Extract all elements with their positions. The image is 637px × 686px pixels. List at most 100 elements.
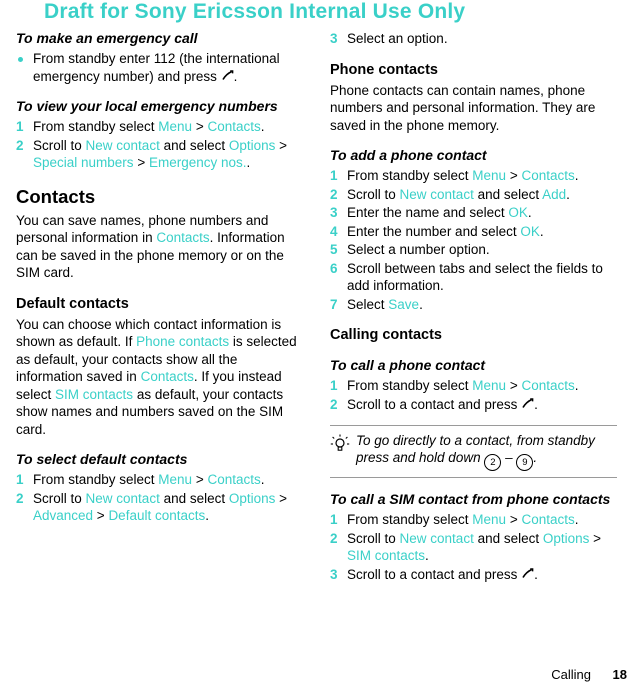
step-sep: > — [192, 472, 208, 487]
save-link[interactable]: Save — [388, 297, 419, 312]
footer-page-number: 18 — [612, 667, 627, 682]
step-number: 1 — [330, 168, 338, 183]
step-add-contact-7: 7 Select Save. — [330, 296, 617, 314]
step-sep: and select — [473, 530, 543, 546]
contacts-link[interactable]: Contacts — [207, 472, 260, 487]
step-text: From standby select — [347, 168, 473, 183]
menu-link[interactable]: Menu — [158, 472, 192, 487]
step-text: Scroll to a contact and press — [347, 566, 522, 582]
step-tail: . — [566, 186, 570, 202]
contacts-link[interactable]: Contacts — [521, 512, 574, 527]
step-tail: . — [534, 566, 538, 582]
contacts-link[interactable]: Contacts — [521, 378, 574, 393]
para-default-contacts: You can choose which contact information… — [16, 316, 303, 439]
call-icon — [521, 567, 534, 581]
step-text: Scroll to a contact and press — [347, 396, 522, 412]
contacts-link[interactable]: Contacts — [207, 119, 260, 134]
step-text: Select — [347, 296, 389, 312]
heading-make-emergency-call: To make an emergency call — [16, 30, 198, 46]
heading-view-local-emergency: To view your local emergency numbers — [16, 98, 278, 114]
step-text: Select an option. — [347, 31, 448, 46]
step-sep: and select — [159, 137, 229, 153]
step-view-local-2: 2 Scroll to New contact and select Option… — [16, 137, 303, 172]
new-contact-link[interactable]: New contact — [400, 531, 474, 546]
menu-link[interactable]: Menu — [472, 512, 506, 527]
menu-link[interactable]: Menu — [472, 378, 506, 393]
step-add-contact-5: 5 Select a number option. — [330, 241, 617, 259]
options-link[interactable]: Options — [543, 531, 590, 546]
step-call-phone-2: 2 Scroll to a contact and press . — [330, 396, 617, 414]
step-sep: > — [275, 490, 288, 506]
add-link[interactable]: Add — [542, 187, 566, 202]
default-contacts-link[interactable]: Default contacts — [108, 508, 205, 523]
step-call-phone-1: 1 From standby select Menu > Contacts. — [330, 377, 617, 395]
tip-dash: – — [501, 450, 517, 465]
draft-watermark: Draft for Sony Ericsson Internal Use Onl… — [44, 0, 466, 23]
step-sep: > — [506, 378, 522, 393]
step-tail: . — [419, 296, 423, 312]
step-number: 5 — [330, 242, 338, 257]
advanced-link[interactable]: Advanced — [33, 508, 93, 523]
options-link[interactable]: Options — [229, 491, 276, 506]
contacts-link[interactable]: Contacts — [141, 369, 194, 384]
ok-link[interactable]: OK — [520, 224, 540, 239]
menu-link[interactable]: Menu — [472, 168, 506, 183]
new-contact-link[interactable]: New contact — [400, 187, 474, 202]
sim-contacts-link[interactable]: SIM contacts — [55, 387, 133, 402]
key-2: 2 — [484, 454, 502, 471]
step-sep: and select — [159, 490, 229, 506]
step-sep: > — [275, 137, 288, 153]
step-add-contact-6: 6 Scroll between tabs and select the fiel… — [330, 260, 617, 295]
step-select-default-1: 1 From standby select Menu > Contacts. — [16, 471, 303, 489]
step-number: 7 — [330, 296, 338, 312]
step-text: Scroll to — [33, 490, 86, 506]
new-contact-link[interactable]: New contact — [86, 491, 160, 506]
ok-link[interactable]: OK — [508, 205, 528, 220]
step-tail: . — [574, 168, 579, 183]
menu-link[interactable]: Menu — [158, 119, 192, 134]
step-text: From standby select — [347, 378, 473, 393]
tip-box: To go directly to a contact, from standb… — [330, 425, 617, 478]
step-text: Scroll to — [347, 186, 400, 202]
step-text: Enter the number and select — [347, 223, 521, 239]
step-tail: . — [539, 223, 544, 239]
tip-text-1: To go directly to a contact, from standb… — [356, 433, 595, 465]
tip-text-2: . — [533, 450, 538, 465]
step-select-option: 3 Select an option. — [330, 30, 617, 48]
heading-calling-contacts: Calling contacts — [330, 327, 442, 343]
step-tail: . — [574, 378, 579, 393]
step-tail: . — [246, 155, 251, 170]
step-number: 3 — [330, 205, 338, 220]
step-sep: > — [133, 155, 149, 170]
step-number: 2 — [330, 396, 338, 412]
step-number: 1 — [16, 119, 24, 134]
step-tail: . — [425, 548, 429, 563]
step-number: 3 — [330, 31, 338, 46]
step-sep: > — [506, 168, 522, 183]
left-column: To make an emergency call From standby e… — [16, 30, 303, 526]
contacts-link[interactable]: Contacts — [156, 230, 209, 245]
step-add-contact-2: 2 Scroll to New contact and select Add. — [330, 186, 617, 204]
step-tail: . — [527, 205, 532, 220]
emergency-nos-link[interactable]: Emergency nos. — [149, 155, 247, 170]
heading-phone-contacts: Phone contacts — [330, 61, 438, 78]
new-contact-link[interactable]: New contact — [86, 138, 160, 153]
step-number: 6 — [330, 260, 338, 276]
step-text: Scroll to — [33, 137, 86, 153]
contacts-link[interactable]: Contacts — [521, 168, 574, 183]
heading-default-contacts: Default contacts — [16, 295, 129, 312]
step-text: From standby select — [33, 472, 159, 487]
phone-contacts-link[interactable]: Phone contacts — [136, 334, 229, 349]
step-number: 4 — [330, 223, 338, 239]
step-text: From standby select — [347, 512, 473, 527]
step-select-default-2: 2 Scroll to New contact and select Option… — [16, 490, 303, 525]
options-link[interactable]: Options — [229, 138, 276, 153]
lightbulb-icon — [330, 434, 350, 454]
step-sep: > — [589, 530, 602, 546]
special-numbers-link[interactable]: Special numbers — [33, 155, 134, 170]
sim-contacts-link[interactable]: SIM contacts — [347, 548, 425, 563]
step-tail: . — [574, 512, 579, 527]
para-phone-contacts: Phone contacts can contain names, phone … — [330, 82, 596, 133]
step-number: 2 — [330, 530, 338, 546]
heading-contacts: Contacts — [16, 185, 96, 207]
